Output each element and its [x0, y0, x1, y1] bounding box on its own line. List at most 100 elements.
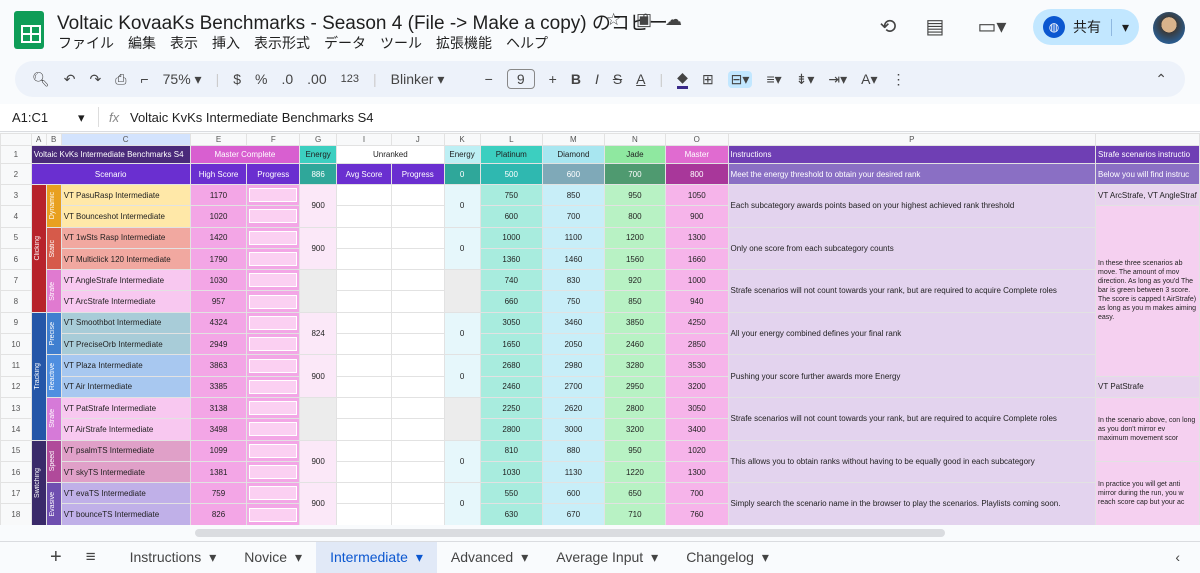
vertical-align-icon[interactable]: ⇟▾ [796, 71, 815, 88]
progress-header-cell[interactable]: Progress [390, 163, 445, 185]
avg-score-cell[interactable] [336, 247, 392, 271]
borders-icon[interactable]: ⊞ [702, 71, 714, 88]
scenario-name-cell[interactable]: VT evaTS Intermediate [60, 482, 191, 505]
scenario-name-cell[interactable]: VT bounceTS Intermediate [60, 503, 191, 525]
high-score-cell[interactable]: 957 [189, 290, 248, 313]
col-header[interactable]: M [542, 133, 605, 146]
row-number[interactable]: 18 [0, 503, 32, 525]
scenario-header-cell[interactable]: Scenario [30, 163, 191, 185]
menu-edit[interactable]: 編集 [127, 33, 157, 53]
high-score-cell[interactable]: 826 [189, 503, 248, 525]
strafe-note-cell[interactable]: VT PatStrafe [1095, 375, 1200, 398]
jade-cell[interactable]: 2460 [603, 333, 667, 356]
jade-cell[interactable]: 3200 [603, 418, 667, 441]
col-header[interactable]: P [727, 133, 1097, 146]
unranked-energy-cell[interactable] [443, 269, 481, 313]
more-formats-button[interactable]: 123 [341, 73, 359, 85]
master-cell[interactable]: 1000 [665, 269, 729, 292]
text-rotate-icon[interactable]: A▾ [861, 71, 877, 88]
col-header[interactable]: G [299, 133, 338, 146]
scenario-name-cell[interactable]: VT 1wSts Rasp Intermediate [60, 226, 191, 249]
diamond-cell[interactable]: 3000 [542, 418, 605, 441]
diamond-cell[interactable]: 750 [542, 290, 605, 313]
platinum-header-cell[interactable]: Platinum [479, 145, 544, 164]
progress-cell[interactable] [246, 396, 301, 420]
platinum-threshold-cell[interactable]: 500 [479, 163, 544, 185]
progress-cell[interactable] [246, 205, 301, 228]
progress-cell[interactable] [246, 311, 301, 335]
diamond-cell[interactable]: 2980 [542, 354, 605, 377]
master-cell[interactable]: 700 [665, 482, 729, 505]
menu-data[interactable]: データ [323, 33, 367, 53]
sheet-title-cell[interactable]: Voltaic KvKs Intermediate Benchmarks S4 [30, 145, 191, 164]
progress-cell[interactable] [246, 269, 301, 292]
jade-cell[interactable]: 950 [603, 439, 667, 462]
master-header-cell[interactable]: Master [665, 145, 729, 164]
text-color-icon[interactable]: A [636, 71, 645, 87]
progress-cell[interactable] [390, 396, 445, 420]
menu-extensions[interactable]: 拡張機能 [435, 33, 493, 53]
high-score-cell[interactable]: 1381 [189, 460, 248, 484]
fill-color-icon[interactable]: ◆ [677, 69, 688, 89]
strafe-instructions-header-cell[interactable]: Strafe scenarios instructio [1095, 145, 1200, 164]
strafe-note-cell[interactable]: In these three scenarios ab move. The am… [1095, 205, 1200, 377]
avg-score-cell[interactable] [336, 205, 392, 228]
progress-cell[interactable] [246, 247, 301, 271]
chevron-down-icon[interactable]: ▾ [521, 549, 528, 566]
energy-cell[interactable]: 900 [299, 439, 338, 484]
high-score-cell[interactable]: 3385 [189, 375, 248, 398]
unranked-energy-cell[interactable]: 0 [443, 482, 481, 525]
high-score-cell[interactable]: 1790 [189, 247, 248, 271]
search-icon[interactable]: 🔍︎ [32, 71, 50, 88]
progress-cell[interactable] [390, 205, 445, 228]
instructions-cell[interactable]: Meet the energy threshold to obtain your… [727, 163, 1097, 185]
platinum-cell[interactable]: 810 [479, 439, 544, 462]
col-header[interactable]: O [665, 133, 729, 146]
name-box[interactable]: A1:C1 [12, 110, 48, 125]
italic-icon[interactable]: I [595, 71, 599, 87]
platinum-cell[interactable]: 1000 [479, 226, 544, 249]
strikethrough-icon[interactable]: S [613, 71, 622, 87]
comment-icon[interactable]: ▤ [923, 14, 947, 38]
diamond-cell[interactable]: 1460 [542, 247, 605, 271]
master-complete-cell[interactable]: Master Complete [189, 145, 301, 164]
progress-cell[interactable] [246, 226, 301, 249]
more-options-icon[interactable]: ⋮ [892, 71, 906, 88]
avg-score-header-cell[interactable]: Avg Score [336, 163, 392, 185]
percent-button[interactable]: % [255, 71, 267, 87]
decrease-decimal-button[interactable]: .0 [281, 71, 293, 87]
col-header[interactable]: K [443, 133, 481, 146]
scenario-name-cell[interactable]: VT Bounceshot Intermediate [60, 205, 191, 228]
scenario-name-cell[interactable]: VT AirStrafe Intermediate [60, 418, 191, 441]
energy-cell[interactable] [299, 396, 338, 441]
strafe-instructions-cell[interactable]: Below you will find instruc [1095, 163, 1200, 185]
subcategory-cell[interactable]: Dynamic [45, 184, 62, 228]
menu-format[interactable]: 表示形式 [253, 33, 311, 53]
document-title[interactable]: Voltaic KovaaKs Benchmarks - Season 4 (F… [57, 8, 668, 35]
unranked-energy-cell[interactable]: 0 [443, 163, 481, 185]
high-score-cell[interactable]: 3863 [189, 354, 248, 377]
scenario-name-cell[interactable]: VT PatStrafe Intermediate [60, 396, 191, 420]
col-header[interactable] [1095, 133, 1200, 146]
avg-score-cell[interactable] [336, 354, 392, 377]
star-icon[interactable]: ☆ [606, 10, 621, 30]
col-header[interactable]: E [189, 133, 248, 146]
avg-score-cell[interactable] [336, 226, 392, 249]
platinum-cell[interactable]: 750 [479, 183, 544, 207]
col-header[interactable]: F [246, 133, 301, 146]
col-header[interactable]: J [390, 133, 445, 146]
cloud-status-icon[interactable]: ☁ [665, 10, 682, 30]
jade-cell[interactable]: 3280 [603, 354, 667, 377]
jade-header-cell[interactable]: Jade [603, 145, 667, 164]
unranked-energy-cell[interactable]: 0 [443, 354, 481, 398]
row-number[interactable]: 9 [0, 311, 32, 335]
master-cell[interactable]: 1660 [665, 247, 729, 271]
energy-cell[interactable]: 824 [299, 311, 338, 356]
print-icon[interactable]: ⎙ [115, 71, 126, 88]
subcategory-cell[interactable]: Strafe [45, 269, 62, 313]
high-score-header-cell[interactable]: High Score [189, 163, 248, 185]
chevron-left-icon[interactable]: ‹ [1175, 549, 1180, 565]
add-sheet-icon[interactable]: + [50, 546, 62, 569]
jade-cell[interactable]: 3850 [603, 311, 667, 335]
row-number[interactable]: 7 [0, 269, 32, 292]
